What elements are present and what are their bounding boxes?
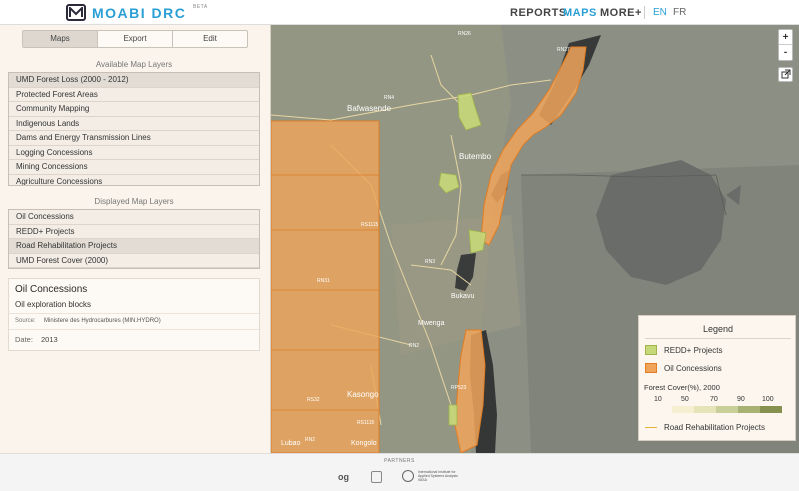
displayed-item-redd[interactable]: REDD+ Projects: [9, 225, 259, 239]
iiasa-logo-icon[interactable]: [402, 470, 414, 482]
iiasa-short: IIASA: [418, 478, 427, 482]
zoom-out-button[interactable]: -: [779, 45, 792, 60]
oil-swatch: [645, 363, 657, 373]
forest-tick: 50: [681, 396, 689, 403]
info-source-label: Source:: [15, 318, 36, 324]
layer-info-panel: Oil Concessions Oil exploration blocks S…: [8, 278, 261, 351]
layer-item-dams-energy[interactable]: Dams and Energy Transmission Lines: [9, 131, 259, 146]
iiasa-name: International Institute for Applied Syst…: [418, 470, 458, 478]
layer-item-protected-forest[interactable]: Protected Forest Areas: [9, 88, 259, 102]
map-label: Bafwasende: [347, 104, 392, 113]
map-label: Kasongo: [347, 390, 379, 399]
tab-maps[interactable]: Maps: [23, 31, 98, 47]
redd-swatch: [645, 345, 657, 355]
map-label: RN2: [409, 343, 420, 349]
available-layers-list[interactable]: UMD Forest Loss (2000 - 2012) Protected …: [8, 72, 260, 186]
external-link-button[interactable]: [778, 67, 793, 82]
legend-divider: [645, 338, 791, 339]
map-label: RS1115: [361, 222, 379, 228]
map-label: RN26: [458, 31, 471, 37]
road-legend-label: Road Rehabilitation Projects: [664, 423, 765, 432]
layer-item-logging[interactable]: Logging Concessions: [9, 146, 259, 160]
sidebar-tabs: Maps Export Edit: [22, 30, 248, 48]
zoom-in-button[interactable]: +: [779, 30, 792, 45]
nav-maps[interactable]: MAPS: [563, 7, 597, 19]
map-label: Mwenga: [418, 320, 445, 327]
forest-tick: 70: [710, 396, 718, 403]
map-label: Lubao: [281, 440, 301, 447]
partners-title: PARTNERS: [384, 458, 415, 464]
layer-item-mining[interactable]: Mining Concessions: [9, 160, 259, 175]
map-label: Bukavu: [451, 293, 475, 300]
displayed-layers-title: Displayed Map Layers: [94, 197, 174, 206]
map-label: RN31: [317, 278, 330, 284]
tab-export[interactable]: Export: [98, 31, 173, 47]
forest-ramp-swatch: [738, 406, 760, 413]
map-label: RP523: [451, 385, 467, 391]
displayed-item-oil[interactable]: Oil Concessions: [9, 210, 259, 225]
top-header: MOABI DRC BETA REPORTS MAPS MORE+ EN FR: [0, 0, 799, 25]
map-label: RN4: [384, 95, 395, 101]
redd-legend-label: REDD+ Projects: [664, 346, 723, 355]
nav-divider: [644, 6, 645, 19]
layer-item-forest-loss[interactable]: UMD Forest Loss (2000 - 2012): [9, 73, 259, 88]
info-source-value: Ministere des Hydrocarbures (MIN.HYDRO): [44, 318, 161, 324]
forest-ramp-swatch: [672, 406, 694, 413]
sidebar: Maps Export Edit Available Map Layers UM…: [0, 25, 271, 453]
partner-iiasa-text[interactable]: International Institute for Applied Syst…: [418, 470, 458, 482]
moabi-logo-icon[interactable]: [66, 4, 86, 21]
lang-en-link[interactable]: EN: [653, 7, 667, 18]
zoom-control: + -: [778, 29, 793, 61]
info-title: Oil Concessions: [15, 284, 88, 295]
tab-edit[interactable]: Edit: [173, 31, 247, 47]
external-link-icon: [781, 69, 791, 79]
map-label: RN3: [425, 259, 436, 265]
beta-badge: BETA: [193, 4, 208, 10]
map-label: RS1115: [357, 420, 375, 426]
map-legend: Legend REDD+ Projects Oil Concessions Fo…: [638, 315, 796, 441]
partner-logo-icon[interactable]: [371, 471, 382, 483]
forest-tick: 90: [737, 396, 745, 403]
map-label: RN2: [305, 437, 316, 443]
legend-title: Legend: [702, 324, 734, 334]
map-label: RN27: [557, 47, 570, 53]
info-date-value: 2013: [41, 335, 58, 344]
map-label: Butembo: [459, 152, 492, 161]
available-layers-title: Available Map Layers: [95, 60, 173, 69]
road-legend-line: [645, 427, 657, 428]
forest-ramp-swatch: [760, 406, 782, 413]
partner-logo-og[interactable]: og: [338, 472, 349, 482]
nav-more[interactable]: MORE+: [600, 7, 642, 19]
info-date-label: Date:: [15, 335, 33, 344]
info-subtitle: Oil exploration blocks: [15, 300, 92, 309]
info-divider: [9, 329, 261, 330]
forest-ramp-swatch: [716, 406, 738, 413]
forest-tick: 100: [762, 396, 774, 403]
info-divider: [9, 313, 261, 314]
displayed-item-forest-cover[interactable]: UMD Forest Cover (2000): [9, 254, 259, 268]
layer-item-indigenous-lands[interactable]: Indigenous Lands: [9, 117, 259, 131]
layer-item-agriculture[interactable]: Agriculture Concessions: [9, 175, 259, 186]
lang-fr-link[interactable]: FR: [673, 7, 686, 18]
oil-legend-label: Oil Concessions: [664, 364, 722, 373]
partners-footer: PARTNERS og International Institute for …: [0, 453, 799, 491]
forest-cover-title: Forest Cover(%), 2000: [644, 383, 720, 392]
displayed-layers-list[interactable]: Oil Concessions REDD+ Projects Road Reha…: [8, 209, 260, 269]
logo-text[interactable]: MOABI DRC: [92, 5, 186, 21]
map-label: RS32: [307, 397, 320, 403]
forest-ramp-swatch: [694, 406, 716, 413]
nav-reports[interactable]: REPORTS: [510, 7, 567, 19]
displayed-item-road[interactable]: Road Rehabilitation Projects: [9, 239, 259, 254]
map-label: Kongolo: [351, 440, 377, 447]
forest-tick: 10: [654, 396, 662, 403]
layer-item-community-mapping[interactable]: Community Mapping: [9, 102, 259, 117]
